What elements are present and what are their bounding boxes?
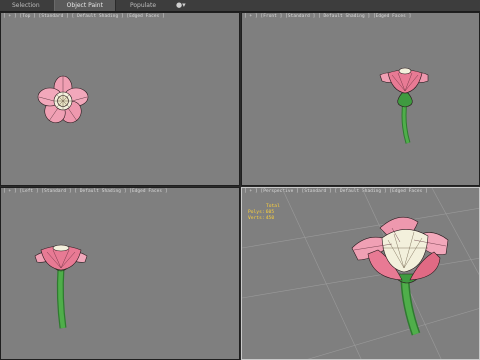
flower-top-view bbox=[37, 75, 89, 124]
eye-icon[interactable]: ●▾ bbox=[176, 0, 186, 11]
flower-perspective-view bbox=[351, 216, 449, 336]
tab-selection[interactable]: Selection bbox=[0, 0, 52, 11]
tab-populate[interactable]: Populate bbox=[118, 0, 168, 11]
viewport-perspective[interactable]: [ + ] [Perspective ] [Standard ] [ Defau… bbox=[241, 187, 480, 360]
ribbon-toolbar: Selection Object Paint Populate ●▾ bbox=[0, 0, 480, 12]
flower-front-view bbox=[379, 67, 429, 144]
tab-object-paint[interactable]: Object Paint bbox=[53, 0, 116, 11]
perspective-grid bbox=[242, 188, 479, 359]
chevron-down-icon[interactable]: ▾ bbox=[182, 1, 186, 9]
viewport-top[interactable]: [ + ] [Top ] [Standard ] [ Default Shadi… bbox=[0, 12, 240, 186]
viewport-left[interactable]: [ + ] [Left ] [Standard ] [ Default Shad… bbox=[0, 187, 240, 360]
viewport-front[interactable]: [ + ] [Front ] [Standard ] [ Default Sha… bbox=[241, 12, 480, 186]
flower-left-view bbox=[34, 244, 88, 329]
